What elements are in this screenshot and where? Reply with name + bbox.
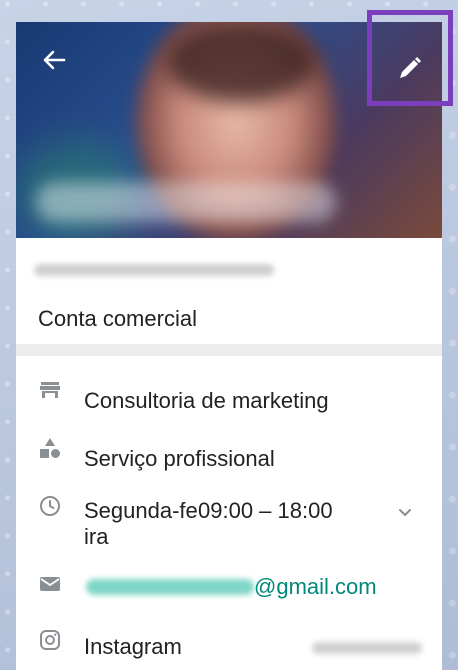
- email-domain[interactable]: @gmail.com: [254, 574, 377, 600]
- instagram-handle-redacted[interactable]: [312, 642, 422, 654]
- business-hours-row[interactable]: Segunda-fe ira 09:00 – 18:00: [16, 480, 442, 560]
- hours-time: 09:00 – 18:00: [198, 498, 333, 523]
- category-shapes-icon: [40, 438, 60, 458]
- back-button[interactable]: [34, 40, 74, 80]
- phone-number-section: Conta comercial: [16, 238, 442, 344]
- instagram-label: Instagram: [84, 634, 182, 659]
- business-service-label: Serviço profissional: [84, 446, 275, 471]
- section-divider: [16, 344, 442, 356]
- mail-icon: [40, 577, 60, 591]
- business-instagram-row[interactable]: Instagram: [16, 620, 442, 670]
- email-local-redacted: [86, 579, 254, 595]
- hours-day-line1: Segunda-fe: [84, 498, 198, 523]
- hours-day-line2: ira: [84, 524, 109, 549]
- phone-number-redacted: [34, 264, 274, 276]
- edit-button-highlight: [367, 10, 453, 106]
- business-category-row: Consultoria de marketing: [16, 366, 442, 416]
- business-email-row[interactable]: @gmail.com: [16, 560, 442, 610]
- chevron-down-icon[interactable]: [396, 504, 414, 522]
- arrow-left-icon: [43, 50, 66, 70]
- clock-icon: [40, 496, 60, 516]
- instagram-icon: [40, 630, 60, 650]
- business-profile-card: Conta comercial Consultoria de marketing…: [16, 22, 442, 670]
- store-icon: [40, 382, 60, 398]
- business-category-label: Consultoria de marketing: [84, 388, 329, 413]
- business-service-row: Serviço profissional: [16, 426, 442, 476]
- account-type-label: Conta comercial: [38, 306, 197, 331]
